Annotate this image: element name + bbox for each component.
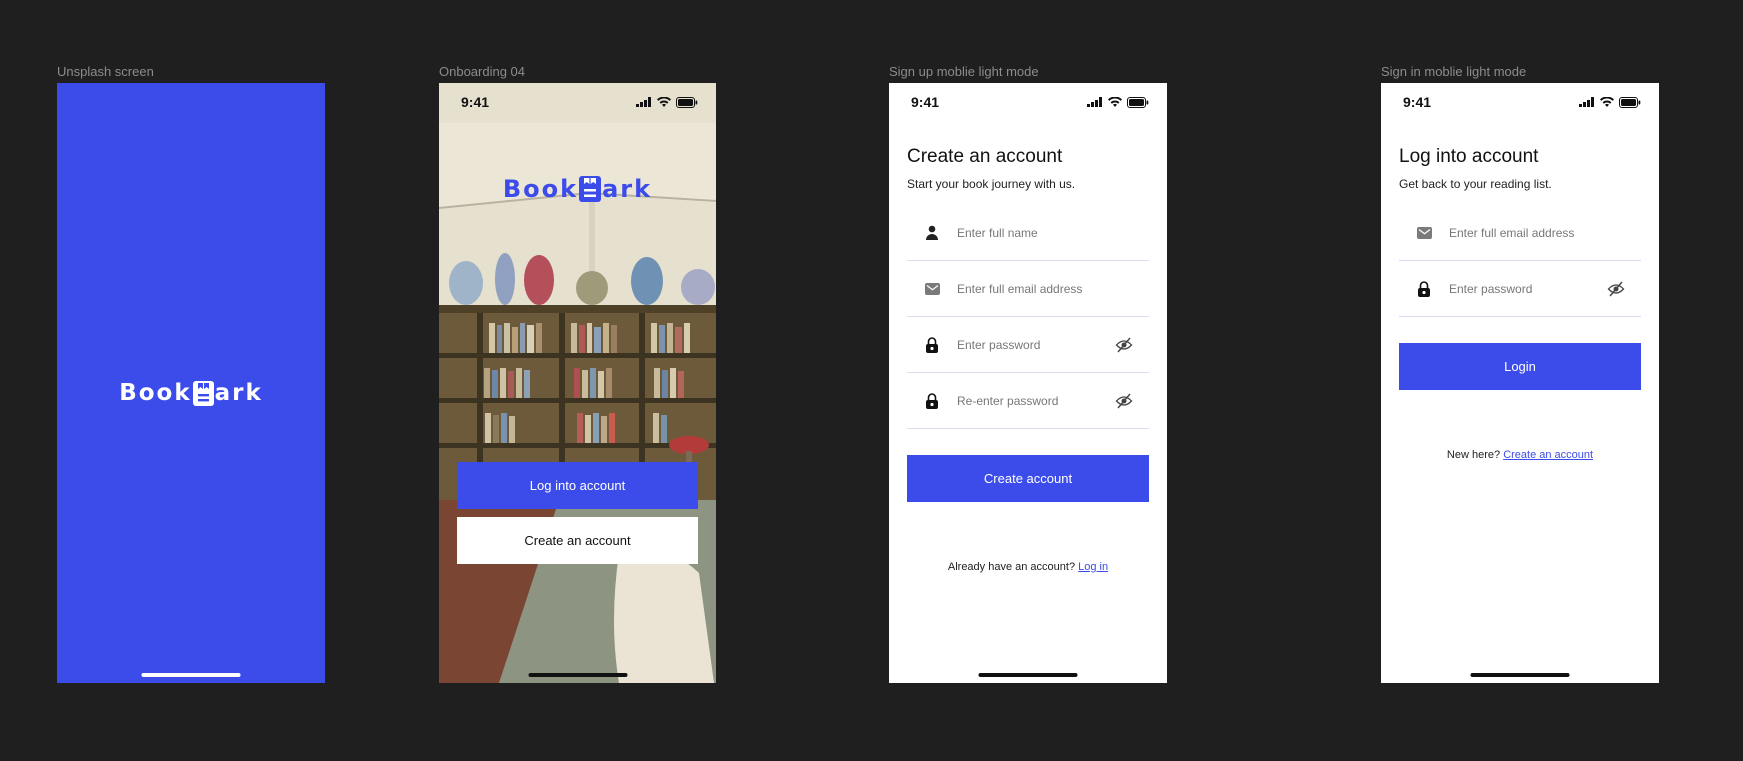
login-prompt: Already have an account? Log in — [889, 561, 1167, 573]
brand-logo: Book ark — [57, 380, 325, 406]
frame-label-signup: Sign up moblie light mode — [889, 64, 1039, 79]
wifi-icon — [657, 97, 671, 107]
signup-screen: 9:41 Create an account Start your book j… — [889, 83, 1167, 683]
email-field — [1399, 205, 1641, 261]
password-input[interactable] — [1449, 281, 1607, 296]
home-indicator — [1470, 673, 1570, 677]
battery-icon — [1619, 96, 1641, 108]
mail-icon — [1416, 225, 1432, 241]
library-illustration — [439, 83, 716, 683]
onboarding-screen: 9:41 Book ark Log into account Create an… — [439, 83, 716, 683]
home-indicator — [141, 673, 241, 677]
frame-label-signin: Sign in moblie light mode — [1381, 64, 1527, 79]
wifi-icon — [1600, 97, 1614, 107]
login-submit-button[interactable]: Login — [1399, 343, 1641, 390]
password-field — [1399, 261, 1641, 317]
status-time: 9:41 — [911, 94, 940, 110]
full-name-field — [907, 205, 1149, 261]
logo-text-right: ark — [214, 380, 263, 406]
status-bar: 9:41 — [889, 83, 1167, 121]
lock-icon — [1416, 280, 1432, 297]
frame-label-onboarding: Onboarding 04 — [439, 64, 526, 79]
email-input[interactable] — [1449, 225, 1641, 240]
email-input[interactable] — [957, 281, 1149, 296]
email-field — [907, 261, 1149, 317]
lock-icon — [924, 336, 940, 353]
create-account-link[interactable]: Create an account — [1503, 449, 1593, 461]
eye-off-icon[interactable] — [1115, 392, 1133, 410]
logo-text-right: ark — [602, 175, 653, 203]
signin-screen: 9:41 Log into account Get back to your r… — [1381, 83, 1659, 683]
cellular-icon — [636, 97, 651, 107]
status-time: 9:41 — [1403, 94, 1432, 110]
logo-text-left: Book — [119, 380, 192, 406]
user-icon — [924, 225, 940, 241]
reenter-password-input[interactable] — [957, 393, 1115, 408]
frame-label-splash: Unsplash screen — [57, 64, 154, 79]
login-link[interactable]: Log in — [1078, 561, 1108, 573]
log-into-account-button[interactable]: Log into account — [457, 462, 698, 509]
status-bar: 9:41 — [1381, 83, 1659, 121]
status-time: 9:41 — [461, 94, 490, 110]
home-indicator — [528, 673, 627, 677]
status-bar: 9:41 — [439, 83, 716, 121]
cellular-icon — [1579, 97, 1594, 107]
eye-off-icon[interactable] — [1607, 280, 1625, 298]
bookmark-icon — [192, 380, 214, 406]
battery-icon — [1127, 96, 1149, 108]
password-field — [907, 317, 1149, 373]
reenter-password-field — [907, 373, 1149, 429]
cellular-icon — [1087, 97, 1102, 107]
page-subtitle: Get back to your reading list. — [1399, 177, 1552, 191]
splash-screen: Book ark — [57, 83, 325, 683]
battery-icon — [676, 96, 698, 108]
wifi-icon — [1108, 97, 1122, 107]
logo-text-left: Book — [502, 175, 579, 203]
brand-logo: Book ark — [439, 175, 716, 203]
page-title: Log into account — [1399, 146, 1539, 167]
create-account-button[interactable]: Create an account — [457, 517, 698, 564]
signup-prompt-text: New here? — [1446, 449, 1501, 461]
password-input[interactable] — [957, 337, 1115, 352]
home-indicator — [978, 673, 1078, 677]
eye-off-icon[interactable] — [1115, 336, 1133, 354]
page-subtitle: Start your book journey with us. — [907, 177, 1076, 191]
signup-prompt: New here? Create an account — [1381, 449, 1659, 461]
bookmark-icon — [579, 176, 602, 202]
lock-icon — [924, 392, 940, 409]
page-title: Create an account — [907, 146, 1063, 167]
create-account-submit-button[interactable]: Create account — [907, 455, 1149, 502]
login-prompt-text: Already have an account? — [947, 561, 1076, 573]
full-name-input[interactable] — [957, 225, 1149, 240]
mail-icon — [924, 281, 940, 297]
